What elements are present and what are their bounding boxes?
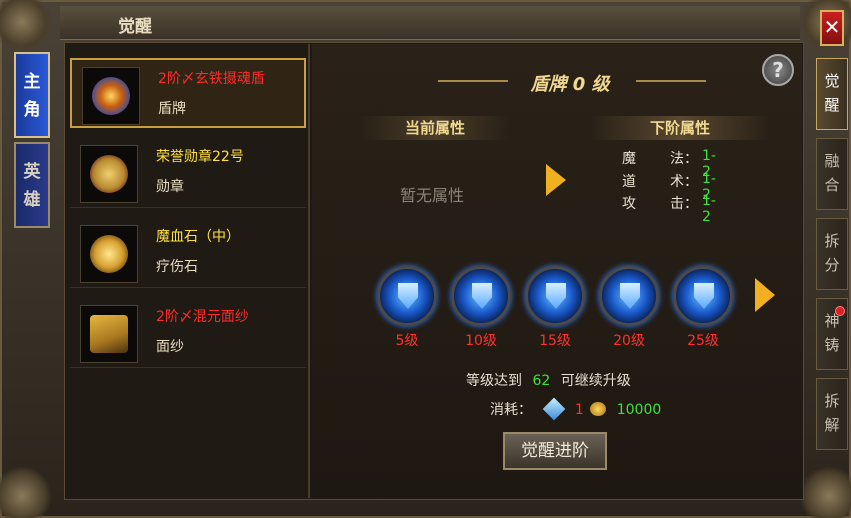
level-label: 15级 (539, 333, 571, 349)
cost-row: 消耗： 1 10000 (490, 397, 662, 421)
veil-icon (90, 315, 128, 353)
cost-label: 消耗： (490, 402, 532, 418)
window-title: 觉醒 (118, 17, 152, 37)
tab-hero[interactable]: 英 雄 (14, 142, 50, 228)
attr-label: 术： (670, 174, 698, 190)
shield-icon (377, 266, 437, 326)
item-name: 魔血石（中） (156, 229, 240, 245)
tab-label-char: 铸 (824, 336, 840, 354)
item-name: 2阶〆混元面纱 (156, 309, 249, 325)
attr-label: 法： (670, 151, 698, 167)
requirement-level: 62 (532, 373, 551, 389)
dragon-corner-ornament (0, 0, 52, 52)
tab-main-character[interactable]: 主 角 (14, 52, 50, 138)
item-name: 荣誉勋章22号 (156, 149, 244, 165)
shield-icon (451, 266, 511, 326)
tab-label-char: 融 (824, 152, 840, 170)
item-icon-slot (80, 305, 138, 363)
tab-awaken[interactable]: 觉 醒 (816, 58, 848, 130)
shield-icon (599, 266, 659, 326)
tab-label-char: 英 (23, 162, 41, 182)
tab-label-char: 拆 (824, 232, 840, 250)
shield-icon (525, 266, 585, 326)
next-attr-title: 下阶属性 (590, 116, 770, 140)
crystal-shield-icon (673, 266, 733, 326)
cost-item-count: 1 (574, 402, 584, 418)
list-item[interactable]: 魔血石（中） 疗伤石 (70, 218, 306, 288)
tab-fuse[interactable]: 融 合 (816, 138, 848, 210)
crystal-icon (543, 397, 566, 421)
level-orb[interactable]: 15级 (525, 266, 585, 349)
item-icon-slot (80, 225, 138, 283)
item-type: 盾牌 (158, 101, 186, 117)
item-icon-slot (82, 67, 140, 125)
tab-label-char: 解 (824, 416, 840, 434)
attr-label: 击： (670, 196, 698, 212)
list-item[interactable]: 2阶〆混元面纱 面纱 (70, 298, 306, 368)
panel-divider (308, 44, 310, 498)
attr-label: 魔 (622, 151, 636, 167)
medal-icon (90, 155, 128, 193)
list-item[interactable]: 2阶〆玄铁摄魂盾 盾牌 (70, 58, 306, 128)
tab-label-char: 醒 (824, 96, 840, 114)
dragon-corner-ornament (0, 466, 52, 518)
level-requirement: 等级达到 62 可继续升级 (466, 370, 631, 390)
gold-coin-icon (590, 402, 607, 416)
level-label: 5级 (395, 333, 419, 349)
level-orb[interactable]: 10级 (451, 266, 511, 349)
attr-value: 1-2 (702, 193, 716, 225)
blood-stone-icon (90, 235, 128, 273)
next-page-arrow-icon[interactable] (755, 278, 775, 312)
tab-dismantle[interactable]: 拆 解 (816, 378, 848, 450)
cost-gold: 10000 (616, 402, 662, 418)
level-label: 10级 (465, 333, 497, 349)
requirement-suffix: 可继续升级 (560, 373, 631, 389)
item-name: 2阶〆玄铁摄魂盾 (158, 71, 265, 87)
shield-orb-icon (92, 77, 130, 115)
tab-split[interactable]: 拆 分 (816, 218, 848, 290)
level-label: 20级 (613, 333, 645, 349)
item-icon-slot (80, 145, 138, 203)
tab-label-char: 角 (23, 100, 41, 120)
attr-label: 攻 (622, 196, 636, 212)
close-button[interactable]: ✕ (820, 10, 844, 46)
title-bar (60, 6, 800, 40)
item-type: 面纱 (156, 339, 184, 355)
dragon-corner-ornament (799, 466, 851, 518)
detail-heading: 盾牌 0 级 (530, 74, 610, 95)
tab-label-char: 雄 (23, 190, 41, 210)
item-type: 勋章 (156, 179, 184, 195)
item-type: 疗伤石 (156, 259, 198, 275)
level-orb[interactable]: 5级 (377, 266, 437, 349)
help-button[interactable]: ? (762, 54, 794, 86)
heading-ornament (636, 80, 706, 82)
attr-label: 道 (622, 174, 636, 190)
requirement-prefix: 等级达到 (466, 373, 522, 389)
level-label: 25级 (687, 333, 719, 349)
tab-label-char: 主 (23, 72, 41, 92)
arrow-right-icon (546, 164, 566, 196)
awaken-advance-button[interactable]: 觉醒进阶 (503, 432, 607, 470)
tab-label-char: 合 (824, 176, 840, 194)
current-attr-empty: 暂无属性 (400, 186, 465, 205)
level-orb[interactable]: 25级 (673, 266, 733, 349)
list-item[interactable]: 荣誉勋章22号 勋章 (70, 138, 306, 208)
notification-dot (835, 306, 845, 316)
item-list: 2阶〆玄铁摄魂盾 盾牌 荣誉勋章22号 勋章 魔血石（中） 疗伤石 2阶〆混元面… (70, 58, 306, 468)
tab-label-char: 觉 (824, 72, 840, 90)
tab-label-char: 分 (824, 256, 840, 274)
level-orb[interactable]: 20级 (599, 266, 659, 349)
current-attr-title: 当前属性 (360, 116, 510, 140)
tab-label-char: 拆 (824, 392, 840, 410)
